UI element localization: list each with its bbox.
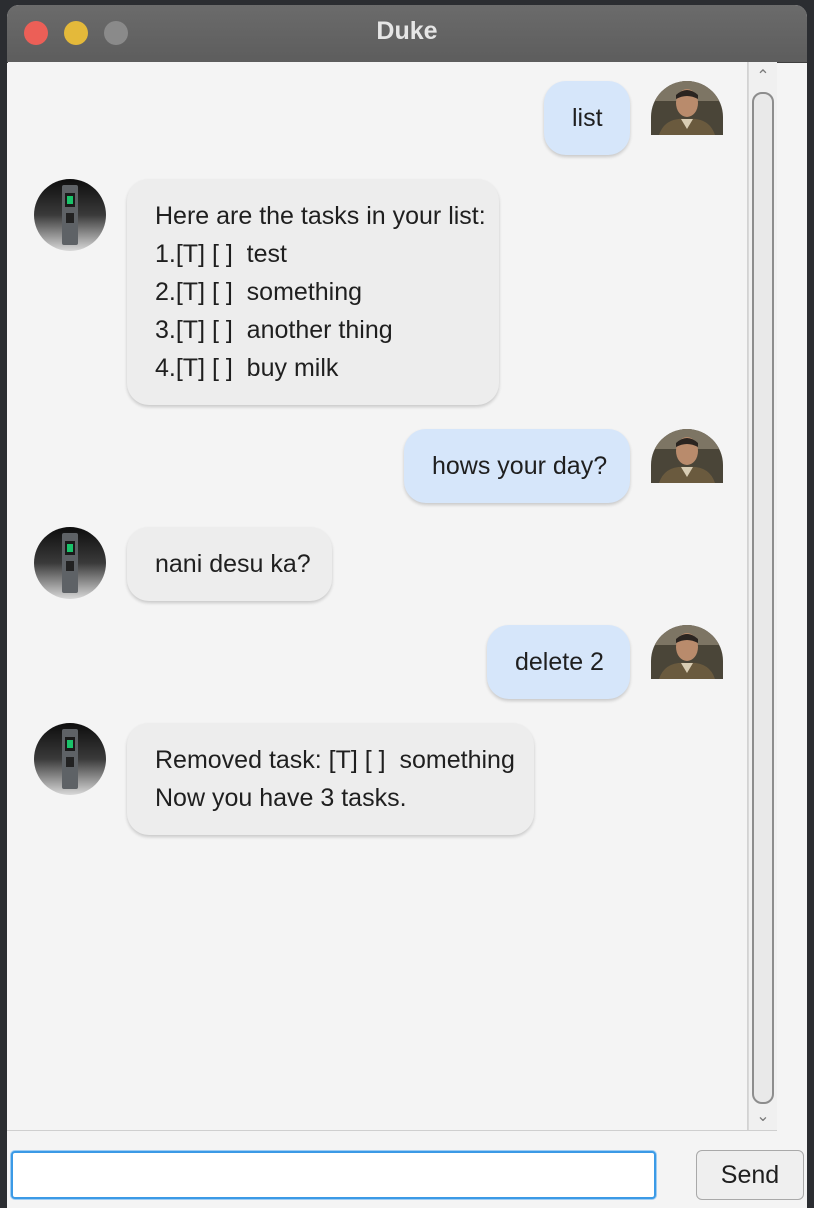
message-text: list: [572, 104, 603, 132]
message-text: hows your day?: [432, 452, 608, 480]
user-avatar: [651, 625, 723, 679]
message-text: delete 2: [515, 648, 604, 676]
scrollbar-thumb[interactable]: [752, 92, 774, 1104]
message-text: Removed task: [T] [ ] something: [155, 746, 515, 774]
user-avatar: [651, 81, 723, 135]
vertical-scrollbar[interactable]: ⌃ ⌄: [748, 62, 777, 1130]
window-title: Duke: [376, 17, 438, 45]
message-text: Here are the tasks in your list:: [155, 202, 486, 230]
title-bar: Duke: [7, 5, 807, 63]
duke-avatar-device-icon: [34, 179, 106, 251]
divider: [7, 1130, 777, 1131]
duke-message-bubble: Removed task: [T] [ ] something Now you …: [127, 723, 534, 835]
duke-avatar-device-icon: [34, 527, 106, 599]
user-message-bubble: delete 2: [487, 625, 630, 699]
duke-avatar: [34, 179, 106, 251]
user-avatar-photo-icon: [651, 429, 723, 483]
duke-avatar-device-icon: [34, 723, 106, 795]
duke-message-bubble: nani desu ka?: [127, 527, 332, 601]
user-avatar-photo-icon: [651, 625, 723, 679]
duke-avatar: [34, 527, 106, 599]
send-button[interactable]: Send: [696, 1150, 804, 1200]
message-text: 3.[T] [ ] another thing: [155, 316, 393, 344]
chevron-up-icon[interactable]: ⌃: [753, 69, 773, 85]
chevron-down-icon[interactable]: ⌄: [753, 1109, 773, 1125]
message-text: 1.[T] [ ] test: [155, 240, 287, 268]
user-avatar: [651, 429, 723, 483]
user-avatar-photo-icon: [651, 81, 723, 135]
app-window: Duke list Here are the tasks in your lis…: [7, 5, 807, 1208]
duke-avatar: [34, 723, 106, 795]
message-text: 2.[T] [ ] something: [155, 278, 363, 306]
message-text: Now you have 3 tasks.: [155, 784, 407, 812]
dialog-container[interactable]: list Here are the tasks in your list: 1.…: [8, 62, 748, 1130]
message-input[interactable]: [11, 1151, 656, 1199]
message-text: nani desu ka?: [155, 550, 311, 578]
duke-message-bubble: Here are the tasks in your list: 1.[T] […: [127, 179, 499, 405]
user-message-bubble: hows your day?: [404, 429, 630, 503]
message-text: 4.[T] [ ] buy milk: [155, 354, 339, 382]
user-message-bubble: list: [544, 81, 630, 155]
